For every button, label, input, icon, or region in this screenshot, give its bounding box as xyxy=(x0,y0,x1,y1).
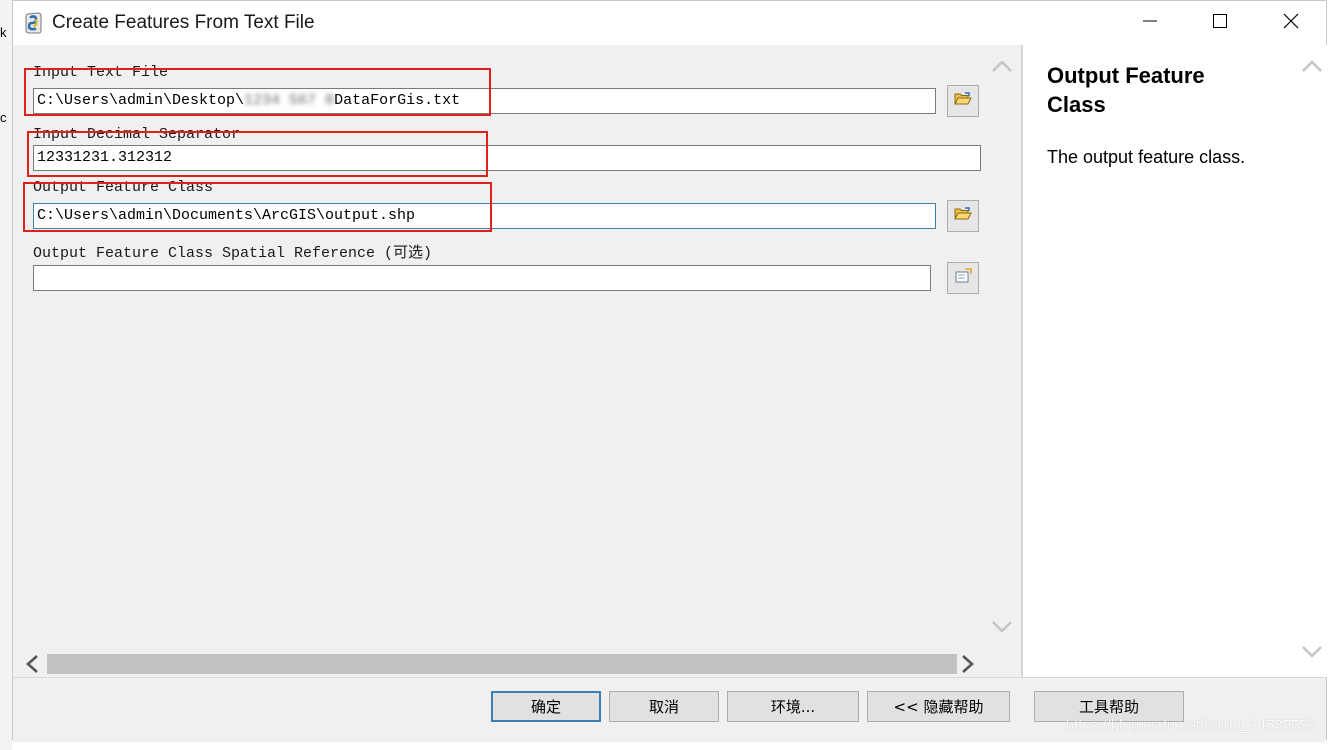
input-decimal-separator-label: Input Decimal Separator xyxy=(33,126,241,143)
cancel-button[interactable]: 取消 xyxy=(609,691,719,722)
minimize-button[interactable] xyxy=(1115,1,1185,45)
help-title: Output Feature Class xyxy=(1047,63,1205,117)
input-decimal-separator-field[interactable]: 12331231.312312 xyxy=(33,145,981,171)
blurred-path-segment: 1234 567 8 xyxy=(244,92,335,109)
chevron-up-icon xyxy=(1301,60,1323,77)
scroll-right-button[interactable] xyxy=(961,654,975,679)
tool-dialog: Create Features From Text File Input Tex… xyxy=(12,0,1328,742)
chevron-right-icon xyxy=(961,655,975,678)
input-text-file-label: Input Text File xyxy=(33,64,169,81)
scroll-left-button[interactable] xyxy=(25,654,39,679)
background-window-edge: k c xyxy=(0,0,12,750)
maximize-icon xyxy=(1213,13,1227,33)
help-panel: Output Feature Class The output feature … xyxy=(1021,45,1328,677)
environments-button[interactable]: 环境... xyxy=(727,691,859,722)
horizontal-scroll-thumb[interactable] xyxy=(47,654,957,674)
input-text-file-value-prefix: C:\Users\admin\Desktop\ xyxy=(37,92,245,109)
watermark: https://blog.csdn.net/baidu_34785556 xyxy=(1065,717,1316,734)
input-text-file-browse-button[interactable] xyxy=(947,85,979,117)
maximize-button[interactable] xyxy=(1185,1,1255,45)
help-scroll-up-button[interactable] xyxy=(1301,59,1323,78)
help-body: The output feature class. xyxy=(1047,147,1246,167)
open-folder-icon xyxy=(954,91,972,111)
python-script-icon xyxy=(23,11,45,35)
hide-help-button[interactable]: << 隐藏帮助 xyxy=(867,691,1010,722)
chevron-up-icon xyxy=(991,60,1013,77)
edge-glyph: c xyxy=(0,110,7,125)
horizontal-scrollbar[interactable] xyxy=(13,649,993,677)
output-feature-class-field[interactable]: C:\Users\admin\Documents\ArcGIS\output.s… xyxy=(33,203,936,229)
chevron-down-icon xyxy=(1301,646,1323,663)
ok-button[interactable]: 确定 xyxy=(491,691,601,722)
chevron-down-icon xyxy=(991,621,1013,638)
close-icon xyxy=(1283,13,1299,34)
output-feature-class-label: Output Feature Class xyxy=(33,179,214,196)
window-title: Create Features From Text File xyxy=(52,12,315,33)
spatial-reference-properties-button[interactable] xyxy=(947,262,979,294)
help-scroll-down-button[interactable] xyxy=(1301,645,1323,664)
spatial-reference-label: Output Feature Class Spatial Reference (… xyxy=(33,245,433,262)
spatial-reference-field[interactable] xyxy=(33,265,931,291)
scroll-down-button[interactable] xyxy=(991,620,1013,639)
input-text-file-value-suffix: DataForGis.txt xyxy=(334,92,461,109)
dialog-button-bar: 确定 取消 环境... << 隐藏帮助 工具帮助 https://blog.cs… xyxy=(13,677,1326,742)
output-feature-class-browse-button[interactable] xyxy=(947,200,979,232)
parameters-panel: Input Text File C:\Users\admin\Desktop\1… xyxy=(13,45,1012,677)
close-button[interactable] xyxy=(1256,1,1326,45)
properties-icon xyxy=(954,267,972,289)
title-bar[interactable]: Create Features From Text File xyxy=(13,1,1326,45)
scroll-up-button[interactable] xyxy=(991,59,1013,78)
minimize-icon xyxy=(1143,14,1157,33)
open-folder-icon xyxy=(954,206,972,226)
chevron-left-icon xyxy=(25,655,39,678)
edge-glyph: k xyxy=(0,25,7,40)
input-text-file-field[interactable]: C:\Users\admin\Desktop\1234 567 8DataFor… xyxy=(33,88,936,114)
